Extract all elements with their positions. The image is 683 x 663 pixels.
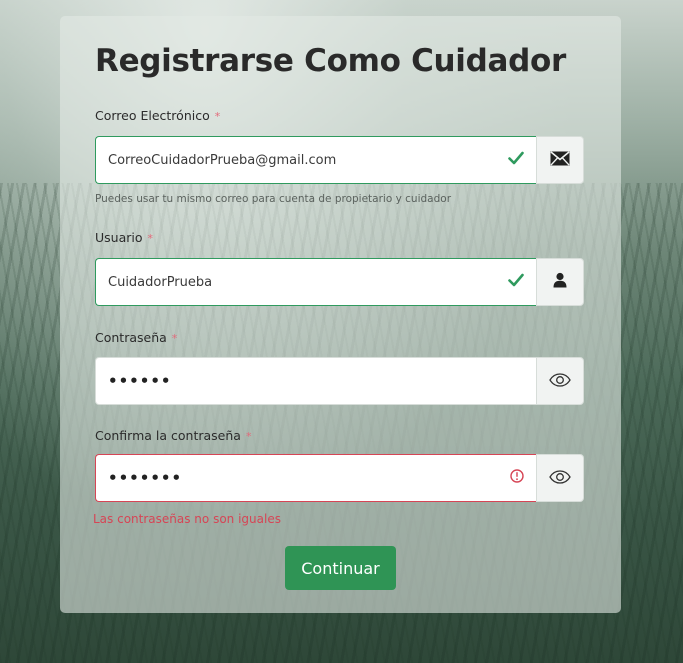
page-title: Registrarse Como Cuidador xyxy=(95,43,567,79)
password-mismatch-error: Las contraseñas no son iguales xyxy=(93,512,281,526)
email-label-text: Correo Electrónico xyxy=(95,108,210,123)
password-value: •••••• xyxy=(108,372,172,390)
error-icon xyxy=(510,469,524,487)
password-field[interactable]: •••••• xyxy=(95,357,536,405)
username-value: CuidadorPrueba xyxy=(108,274,213,290)
check-icon xyxy=(508,151,524,169)
password-input-group: •••••• xyxy=(95,357,584,405)
email-input-group: CorreoCuidadorPrueba@gmail.com xyxy=(95,136,584,184)
check-icon xyxy=(508,273,524,291)
confirm-password-label: Confirma la contraseña * xyxy=(95,428,251,443)
email-help-text: Puedes usar tu mismo correo para cuenta … xyxy=(95,193,452,205)
user-addon xyxy=(536,258,584,306)
required-mark: * xyxy=(245,430,252,443)
required-mark: * xyxy=(147,232,154,245)
confirm-password-field[interactable]: ••••••• xyxy=(95,454,536,502)
toggle-confirm-visibility-button[interactable] xyxy=(536,454,584,502)
envelope-icon xyxy=(550,150,570,170)
confirm-password-value: ••••••• xyxy=(108,469,183,487)
eye-icon xyxy=(549,372,571,391)
password-label: Contraseña * xyxy=(95,330,177,345)
username-input-group: CuidadorPrueba xyxy=(95,258,584,306)
register-card: Registrarse Como Cuidador Correo Electró… xyxy=(60,16,621,613)
confirm-password-input-group: ••••••• xyxy=(95,454,584,502)
username-label: Usuario * xyxy=(95,230,153,245)
username-label-text: Usuario xyxy=(95,230,143,245)
user-icon xyxy=(553,272,567,292)
required-mark: * xyxy=(171,332,178,345)
toggle-password-visibility-button[interactable] xyxy=(536,357,584,405)
email-field[interactable]: CorreoCuidadorPrueba@gmail.com xyxy=(95,136,536,184)
username-field[interactable]: CuidadorPrueba xyxy=(95,258,536,306)
eye-icon xyxy=(549,469,571,488)
envelope-addon xyxy=(536,136,584,184)
email-value: CorreoCuidadorPrueba@gmail.com xyxy=(108,152,337,168)
email-label: Correo Electrónico * xyxy=(95,108,220,123)
required-mark: * xyxy=(214,110,221,123)
confirm-password-label-text: Confirma la contraseña xyxy=(95,428,241,443)
password-label-text: Contraseña xyxy=(95,330,167,345)
continue-button[interactable]: Continuar xyxy=(285,546,396,590)
